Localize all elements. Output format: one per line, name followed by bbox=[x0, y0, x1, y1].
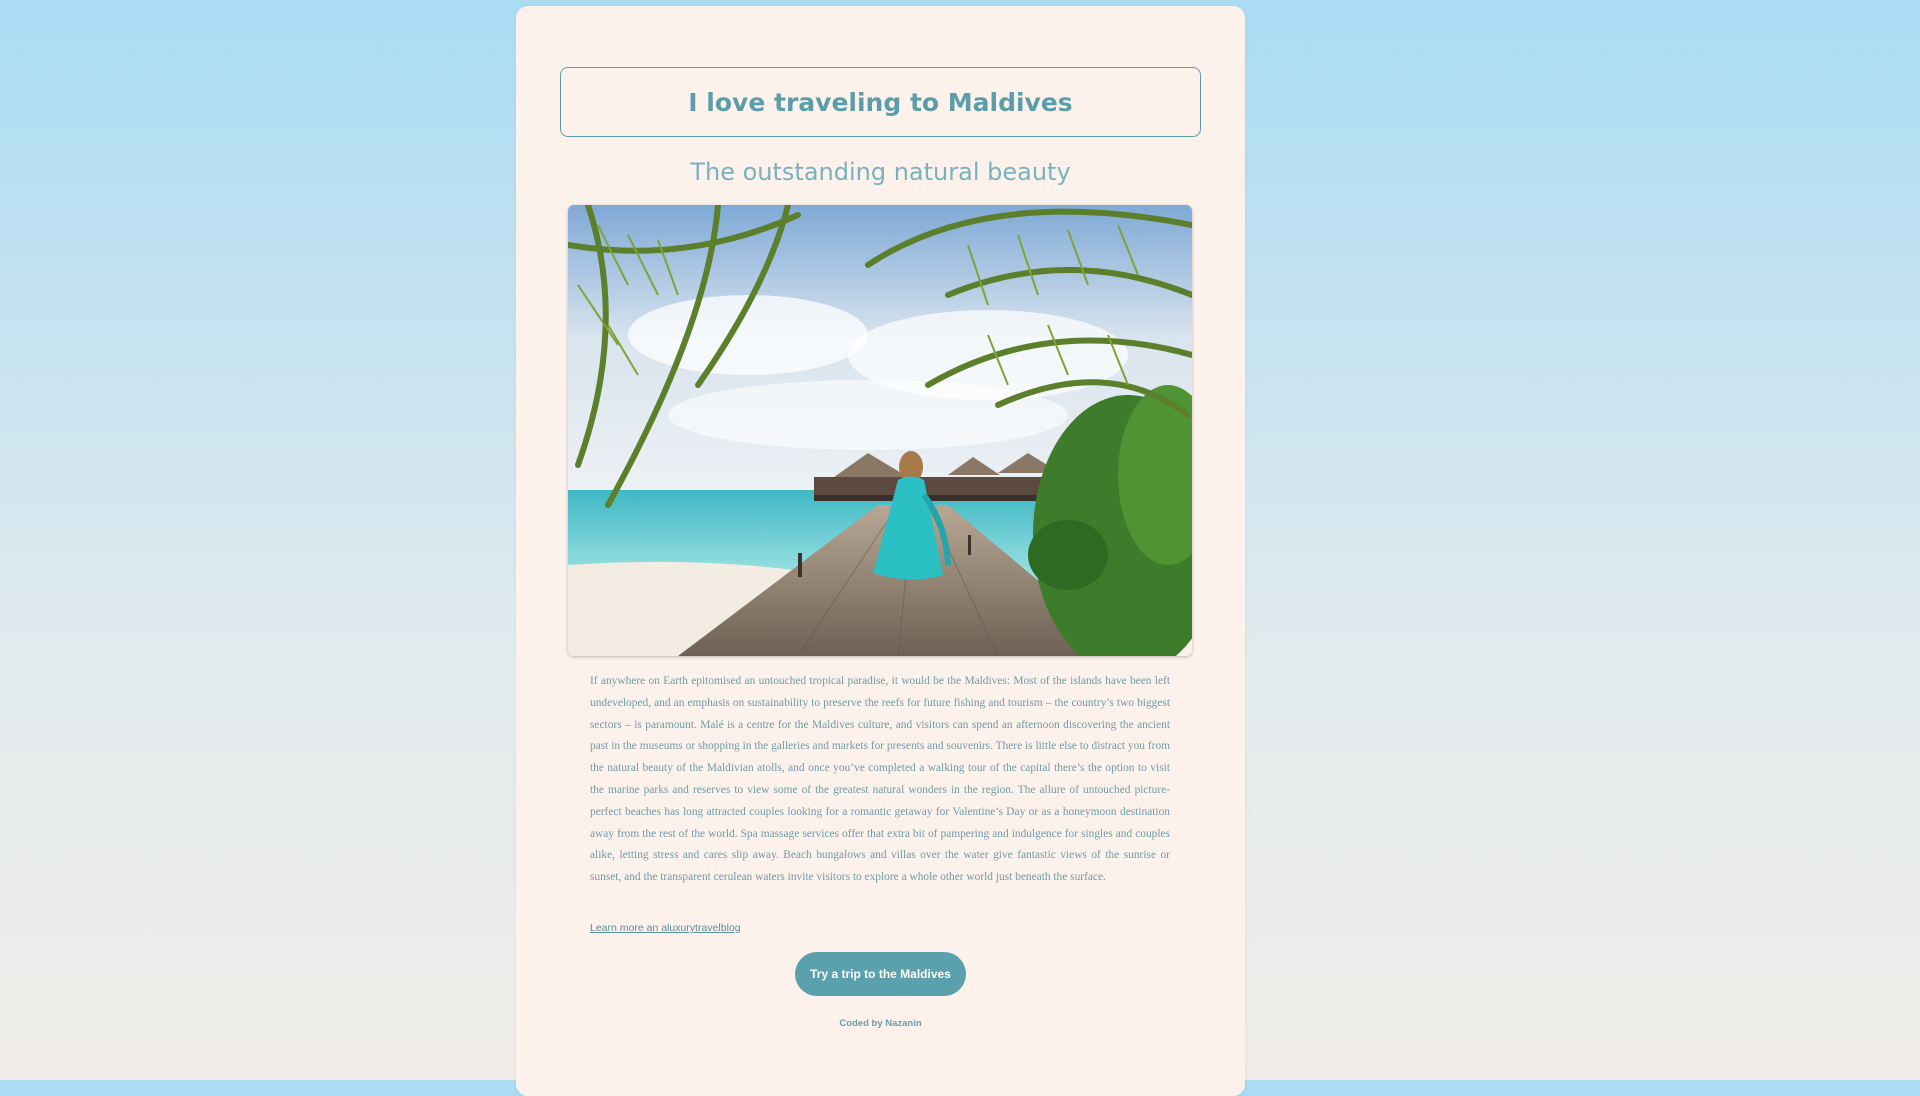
try-trip-button[interactable]: Try a trip to the Maldives bbox=[795, 952, 966, 996]
title-box: I love traveling to Maldives bbox=[560, 67, 1201, 137]
page-subtitle: The outstanding natural beauty bbox=[690, 158, 1071, 186]
maldives-boardwalk-photo bbox=[568, 205, 1192, 656]
content-card: I love traveling to Maldives The outstan… bbox=[516, 6, 1245, 1096]
footer-credit: Coded by Nazanin bbox=[839, 1018, 922, 1029]
learn-more-link[interactable]: Learn more an aluxurytravelblog bbox=[590, 922, 741, 934]
page-title: I love traveling to Maldives bbox=[688, 87, 1073, 117]
article-body: If anywhere on Earth epitomised an untou… bbox=[590, 675, 1170, 884]
